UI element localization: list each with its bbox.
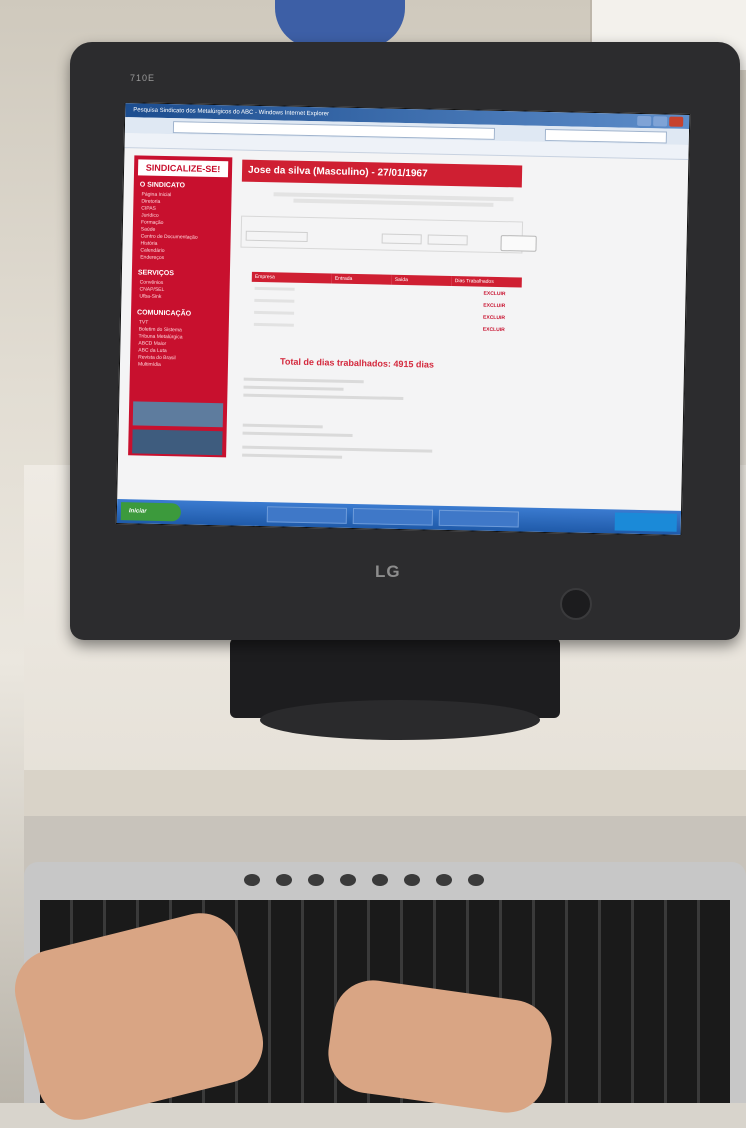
table-row [251,284,331,296]
column-header: Empresa [251,271,332,284]
delete-link[interactable]: EXCLUIR [483,325,505,335]
sidebar-heading-comunicacao: COMUNICAÇÃO [136,309,192,318]
sidebar-item[interactable]: TVT [139,319,149,325]
sidebar-item[interactable]: Convênios [140,279,164,285]
minimize-icon[interactable] [637,115,652,127]
delete-link[interactable]: EXCLUIR [483,301,505,311]
info-text-blurred [243,377,364,384]
sidebar-item[interactable]: Saúde [141,226,156,232]
sidebar-item[interactable]: CIPAS [141,205,156,211]
company-input[interactable] [245,230,308,242]
sidebar-item[interactable]: Boletim do Sistema [139,326,182,333]
info-text-blurred [243,393,404,401]
start-button[interactable]: Iniciar [120,502,182,522]
info-text-blurred [243,385,344,391]
sidebar-item[interactable]: Endereços [140,254,164,260]
sidebar-item[interactable]: História [140,240,157,246]
column-header: Saída [391,274,452,287]
sidebar-item[interactable]: Calendário [140,247,164,254]
sidebar-item[interactable]: Ufba-Sink [139,293,161,299]
sidebar-heading-servicos: SERVIÇOS [137,269,175,278]
sidebar-promo-box[interactable] [132,401,224,428]
sidebar-item[interactable]: Multimídia [138,361,161,367]
sidebar-item[interactable]: Jurídico [141,212,159,218]
monitor-power-button[interactable] [560,588,592,620]
taskbar-item[interactable] [438,509,519,528]
sidebar-heading-sindicato: O SINDICATO [139,181,186,190]
close-icon[interactable] [669,116,684,127]
info-text-blurred [242,445,433,453]
sidebar-item[interactable]: Revista do Brasil [138,354,176,361]
multimedia-key[interactable] [436,874,452,886]
sidebar-item[interactable]: CNAP/SEL [139,286,164,293]
multimedia-key[interactable] [244,874,260,886]
info-text-blurred [242,423,323,429]
intro-text-blurred [273,190,514,209]
maximize-icon[interactable] [653,116,668,127]
taskbar-item[interactable] [352,507,434,526]
multimedia-key[interactable] [372,874,388,886]
monitor-model-label: 710E [130,73,156,83]
sidebar-item[interactable]: Diretoria [141,198,160,204]
table-row [251,296,331,308]
desk-edge [24,770,746,816]
taskbar-item[interactable] [266,506,348,524]
monitor-stand-base [260,700,540,740]
multimedia-key[interactable] [276,874,292,886]
sidebar-item[interactable]: ABC da Luta [138,347,166,354]
person-in-background [275,0,405,48]
browser-search-input[interactable] [544,128,667,144]
sindicalize-banner[interactable]: SINDICALIZE-SE! [137,159,229,178]
info-text-blurred [242,453,343,459]
sidebar-item[interactable]: Tribuna Metalúrgica [139,333,183,340]
multimedia-key[interactable] [404,874,420,886]
monitor-screen: Pesquisa Sindicato dos Metalúrgicos do A… [115,102,691,536]
sidebar-item[interactable]: Página Inicial [141,191,171,198]
column-header: Entrada [331,273,392,285]
exit-date-input[interactable] [427,234,468,246]
employment-form [240,215,524,254]
total-days-worked: Total de dias trabalhados: 4915 dias [279,356,435,370]
sidebar-promo-box[interactable] [132,429,223,456]
table-row [251,320,331,332]
calculate-button[interactable] [500,235,537,252]
multimedia-key[interactable] [308,874,324,886]
page-title: Jose da silva (Masculino) - 27/01/1967 [241,159,523,188]
delete-link[interactable]: EXCLUIR [483,313,505,323]
entry-date-input[interactable] [381,233,422,245]
sidebar-item[interactable]: ABCD Maior [138,340,166,347]
info-text-blurred [242,431,353,437]
monitor-brand-logo: LG [375,562,401,581]
employment-table: Empresa Entrada Saída Dias Trabalhados E… [251,271,522,333]
system-tray-clock [614,512,677,532]
multimedia-key[interactable] [468,874,484,886]
delete-link[interactable]: EXCLUIR [483,289,505,299]
sidebar-item[interactable]: Formação [141,219,164,225]
multimedia-key[interactable] [340,874,356,886]
table-row [251,308,331,320]
sidebar-item[interactable]: Centro de Documentação [141,233,198,240]
column-header: Dias Trabalhados [451,276,522,288]
